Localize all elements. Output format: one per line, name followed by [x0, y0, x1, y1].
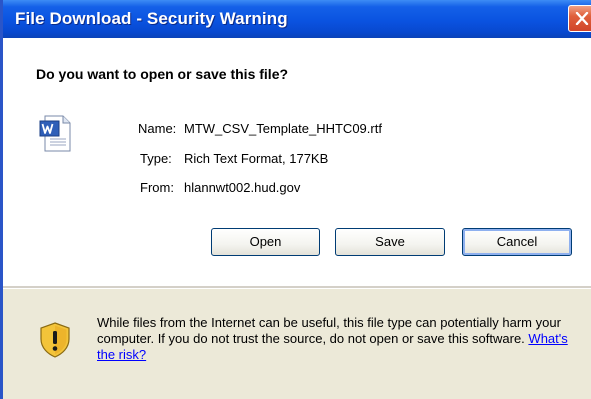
word-document-icon	[39, 114, 73, 154]
open-button[interactable]: Open	[211, 228, 320, 256]
file-type-label: Type:	[140, 151, 172, 166]
file-type-value: Rich Text Format, 177KB	[184, 151, 329, 166]
warning-message: While files from the Internet can be use…	[97, 315, 561, 346]
file-name-label: Name:	[138, 121, 177, 136]
file-from-label: From:	[140, 180, 174, 195]
close-button[interactable]	[568, 5, 591, 32]
close-icon	[575, 12, 589, 25]
page: File Download - Security Warning Do you …	[0, 0, 591, 399]
security-warning-text: While files from the Internet can be use…	[97, 315, 587, 363]
divider	[3, 286, 591, 289]
security-shield-icon	[39, 322, 71, 358]
save-button[interactable]: Save	[335, 228, 445, 256]
title-bar[interactable]: File Download - Security Warning	[3, 0, 591, 38]
window-title: File Download - Security Warning	[15, 9, 288, 28]
cancel-button[interactable]: Cancel	[462, 228, 572, 256]
file-name-value: MTW_CSV_Template_HHTC09.rtf	[184, 121, 382, 136]
file-download-dialog: File Download - Security Warning Do you …	[3, 0, 591, 399]
file-from-value: hlannwt002.hud.gov	[184, 180, 301, 195]
dialog-question: Do you want to open or save this file?	[36, 66, 289, 82]
